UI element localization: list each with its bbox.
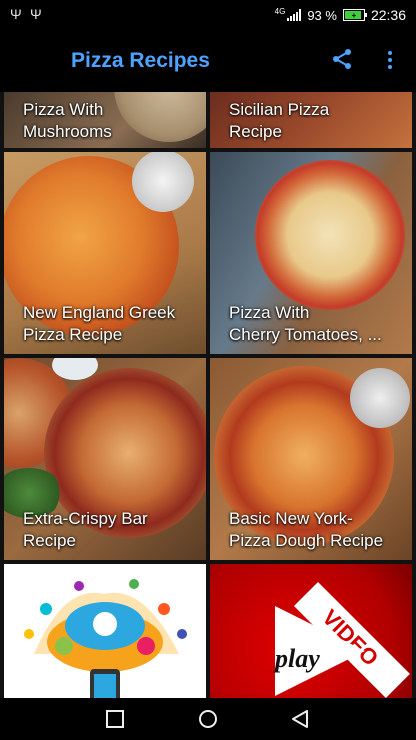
recipe-title: Basic New York- Pizza Dough Recipe [229, 509, 384, 550]
recipe-card[interactable]: New England Greek Pizza Recipe [4, 152, 206, 354]
recipe-card[interactable]: Extra-Crispy Bar Recipe [4, 358, 206, 560]
usb-icon: Ψ [30, 6, 42, 22]
recipe-title: New England Greek Pizza Recipe [23, 303, 176, 344]
recipe-title: Pizza With Mushrooms [23, 100, 112, 141]
promo-card[interactable] [4, 564, 206, 698]
recipe-photo [255, 160, 405, 310]
system-nav-bar [0, 698, 416, 740]
app-promo-graphic [24, 579, 187, 698]
promo-card[interactable]: VIDEO play [210, 564, 412, 698]
status-bar: Ψ Ψ 4G 93 % + 22:36 [0, 0, 416, 30]
recipe-card[interactable]: Pizza With Mushrooms [4, 92, 206, 148]
share-icon[interactable] [330, 47, 354, 71]
recipe-title: Extra-Crispy Bar Recipe [23, 509, 148, 550]
home-icon[interactable] [198, 709, 218, 729]
more-vert-icon[interactable] [386, 50, 394, 70]
recipe-title: Sicilian Pizza Recipe [229, 100, 330, 141]
recent-apps-icon[interactable] [106, 710, 124, 728]
clock: 22:36 [370, 7, 406, 23]
network-type: 4G [274, 6, 286, 16]
play-label: play [275, 644, 320, 673]
back-icon[interactable] [291, 710, 309, 728]
recipe-card[interactable]: Sicilian Pizza Recipe [210, 92, 412, 148]
app-title: Pizza Recipes [71, 49, 210, 72]
recipe-title: Pizza With Cherry Tomatoes, ... [229, 303, 382, 344]
recipe-grid[interactable]: Pizza With Mushrooms Sicilian Pizza Recipe… [0, 92, 416, 698]
battery-icon: + [342, 9, 367, 21]
recipe-photo [114, 92, 206, 142]
app-bar: Pizza Recipes [0, 30, 416, 92]
recipe-card[interactable]: Pizza With Cherry Tomatoes, ... [210, 152, 412, 354]
battery-percent: 93 % [307, 7, 337, 23]
recipe-card[interactable]: Basic New York- Pizza Dough Recipe [210, 358, 412, 560]
usb-icon: Ψ [10, 6, 22, 22]
signal-icon [287, 9, 302, 21]
